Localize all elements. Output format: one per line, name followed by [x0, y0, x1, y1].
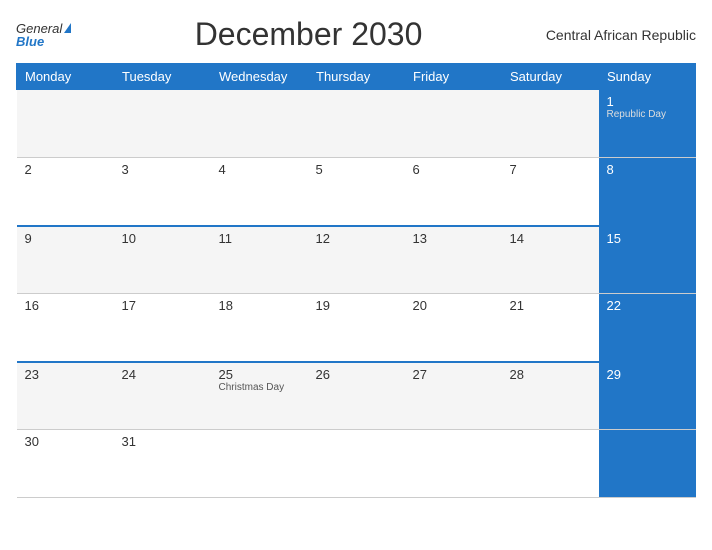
day-number: 24 — [122, 367, 203, 382]
table-row: 10 — [114, 226, 211, 294]
table-row — [308, 90, 405, 158]
table-row: 11 — [211, 226, 308, 294]
table-row: 8 — [599, 158, 696, 226]
day-number: 19 — [316, 298, 397, 313]
calendar-week-row: 30 31 — [17, 430, 696, 498]
table-row: 24 — [114, 362, 211, 430]
table-row: 12 — [308, 226, 405, 294]
day-number: 28 — [510, 367, 591, 382]
table-row: 21 — [502, 294, 599, 362]
table-row: 31 — [114, 430, 211, 498]
day-number: 25 — [219, 367, 300, 382]
table-row — [502, 90, 599, 158]
day-number: 6 — [413, 162, 494, 177]
table-row — [502, 430, 599, 498]
day-number: 9 — [25, 231, 106, 246]
day-number: 23 — [25, 367, 106, 382]
day-number: 8 — [607, 162, 688, 177]
table-row: 1Republic Day — [599, 90, 696, 158]
table-row — [405, 430, 502, 498]
table-row: 2 — [17, 158, 114, 226]
col-monday: Monday — [17, 64, 114, 90]
table-row: 16 — [17, 294, 114, 362]
calendar-week-row: 1Republic Day — [17, 90, 696, 158]
table-row: 15 — [599, 226, 696, 294]
table-row: 25Christmas Day — [211, 362, 308, 430]
calendar-table: Monday Tuesday Wednesday Thursday Friday… — [16, 63, 696, 498]
col-wednesday: Wednesday — [211, 64, 308, 90]
col-saturday: Saturday — [502, 64, 599, 90]
table-row — [211, 90, 308, 158]
col-tuesday: Tuesday — [114, 64, 211, 90]
table-row — [405, 90, 502, 158]
day-number: 27 — [413, 367, 494, 382]
calendar-week-row: 16 17 18 19 20 21 22 — [17, 294, 696, 362]
day-number: 16 — [25, 298, 106, 313]
table-row — [599, 430, 696, 498]
day-number: 18 — [219, 298, 300, 313]
table-row — [114, 90, 211, 158]
day-number: 4 — [219, 162, 300, 177]
logo-general-text: General — [16, 22, 62, 35]
table-row: 9 — [17, 226, 114, 294]
logo-blue-text: Blue — [16, 35, 71, 48]
day-number: 2 — [25, 162, 106, 177]
day-number: 3 — [122, 162, 203, 177]
table-row: 22 — [599, 294, 696, 362]
day-number: 10 — [122, 231, 203, 246]
day-number: 14 — [510, 231, 591, 246]
day-number: 29 — [607, 367, 688, 382]
logo: General Blue — [16, 22, 71, 48]
table-row: 20 — [405, 294, 502, 362]
table-row: 26 — [308, 362, 405, 430]
table-row: 18 — [211, 294, 308, 362]
table-row: 14 — [502, 226, 599, 294]
day-number: 5 — [316, 162, 397, 177]
table-row: 30 — [17, 430, 114, 498]
day-number: 26 — [316, 367, 397, 382]
table-row — [17, 90, 114, 158]
calendar-title: December 2030 — [195, 16, 423, 53]
table-row: 17 — [114, 294, 211, 362]
day-number: 20 — [413, 298, 494, 313]
table-row: 19 — [308, 294, 405, 362]
table-row: 7 — [502, 158, 599, 226]
day-number: 13 — [413, 231, 494, 246]
day-number: 17 — [122, 298, 203, 313]
calendar-header-row: Monday Tuesday Wednesday Thursday Friday… — [17, 64, 696, 90]
calendar-week-row: 2 3 4 5 6 7 8 — [17, 158, 696, 226]
day-number: 22 — [607, 298, 688, 313]
holiday-label: Republic Day — [607, 109, 688, 120]
table-row — [308, 430, 405, 498]
col-thursday: Thursday — [308, 64, 405, 90]
table-row: 3 — [114, 158, 211, 226]
table-row: 28 — [502, 362, 599, 430]
table-row: 27 — [405, 362, 502, 430]
day-number: 12 — [316, 231, 397, 246]
table-row: 23 — [17, 362, 114, 430]
day-number: 1 — [607, 94, 688, 109]
day-number: 7 — [510, 162, 591, 177]
holiday-label: Christmas Day — [219, 382, 300, 393]
country-name: Central African Republic — [546, 27, 696, 43]
day-number: 15 — [607, 231, 688, 246]
table-row: 29 — [599, 362, 696, 430]
calendar-week-row: 9 10 11 12 13 14 15 — [17, 226, 696, 294]
calendar-week-row: 23 24 25Christmas Day 26 27 28 29 — [17, 362, 696, 430]
table-row: 6 — [405, 158, 502, 226]
page-header: General Blue December 2030 Central Afric… — [16, 16, 696, 53]
day-number: 31 — [122, 434, 203, 449]
day-number: 21 — [510, 298, 591, 313]
day-number: 30 — [25, 434, 106, 449]
table-row: 4 — [211, 158, 308, 226]
table-row: 13 — [405, 226, 502, 294]
col-sunday: Sunday — [599, 64, 696, 90]
day-number: 11 — [219, 231, 300, 246]
col-friday: Friday — [405, 64, 502, 90]
table-row: 5 — [308, 158, 405, 226]
table-row — [211, 430, 308, 498]
